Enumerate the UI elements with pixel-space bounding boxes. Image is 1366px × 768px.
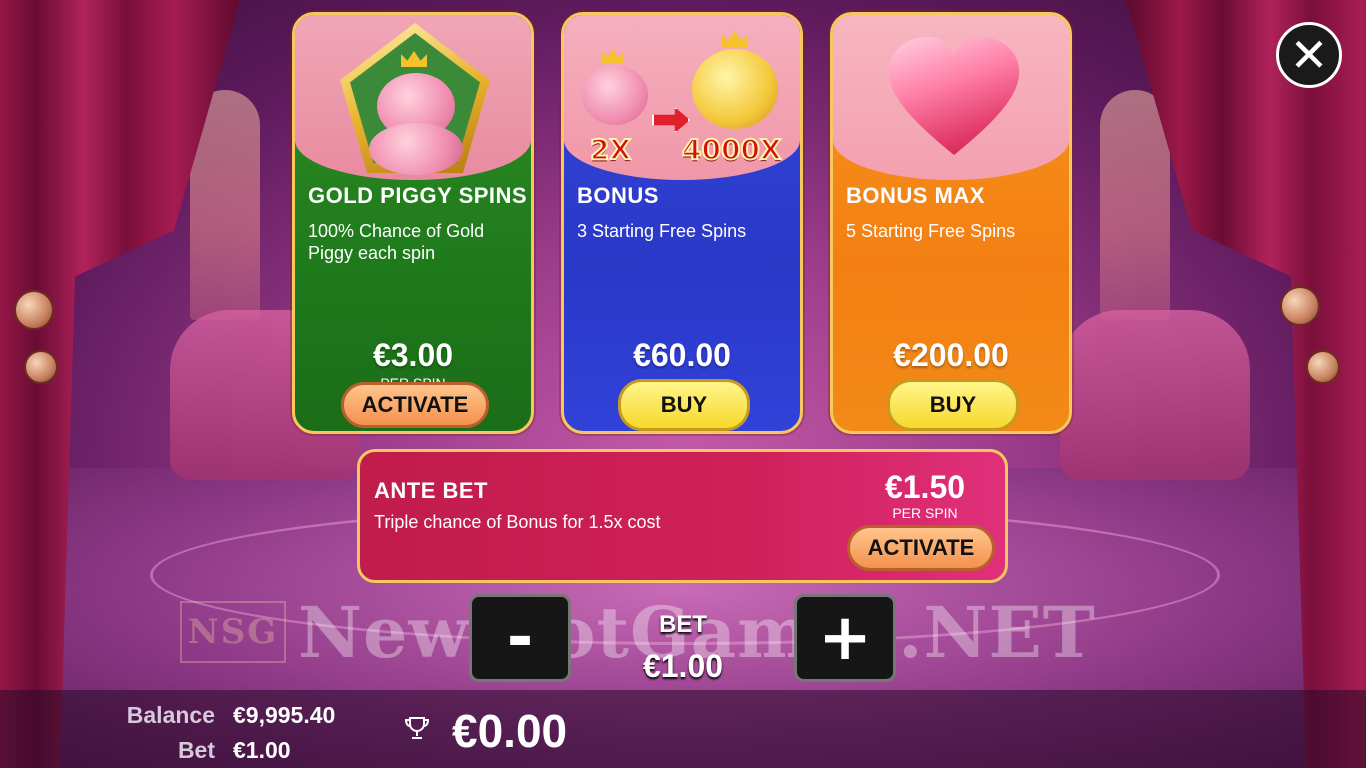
card-price: €200.00: [893, 337, 1009, 373]
ante-bet-title: ANTE BET: [374, 478, 488, 503]
background-window: [1100, 90, 1170, 320]
card-gold-piggy-spins: GOLD PIGGY SPINS 100% Chance of Gold Pig…: [292, 12, 534, 434]
bet-label: BET: [659, 611, 707, 638]
curtain-tassel: [24, 350, 58, 384]
curtain-tassel: [1280, 286, 1320, 326]
gold-pig-icon: [692, 49, 778, 129]
card-title: BONUS: [577, 183, 659, 208]
curtain-tassel: [14, 290, 54, 330]
card-description: 5 Starting Free Spins: [846, 221, 1016, 241]
ante-bet-description: Triple chance of Bonus for 1.5x cost: [374, 512, 661, 532]
bet-decrease-button[interactable]: -: [469, 594, 571, 682]
crown-icon: [602, 49, 624, 63]
card-title: BONUS MAX: [846, 183, 985, 208]
plus-icon: +: [818, 601, 872, 675]
card-title: GOLD PIGGY SPINS: [308, 183, 528, 208]
balance-value: €9,995.40: [233, 702, 336, 728]
arrow-right-icon: [652, 107, 690, 133]
gold-piggy-art: [295, 15, 531, 180]
card-price: €60.00: [633, 337, 731, 373]
bet-increase-button[interactable]: +: [794, 594, 896, 682]
per-spin-label: PER SPIN: [892, 505, 958, 521]
card-description: 100% Chance of Gold Piggy each spin: [308, 221, 485, 263]
win-amount: €0.00: [452, 705, 568, 757]
bet-status-label: Bet: [177, 737, 215, 763]
ante-bet-panel: ANTE BET Triple chance of Bonus for 1.5x…: [357, 449, 1008, 583]
card-bonus-max: BONUS MAX 5 Starting Free Spins €200.00 …: [830, 12, 1072, 434]
card-bonus: 2X 4000X BONUS 3 Starting Free Spins €60…: [561, 12, 803, 434]
activate-ante-bet-button[interactable]: ACTIVATE: [847, 525, 995, 571]
card-price: €3.00: [372, 337, 454, 373]
bonus-art: 2X 4000X: [564, 15, 800, 180]
buy-bonus-max-button[interactable]: BUY: [887, 379, 1019, 431]
buy-bonus-button[interactable]: BUY: [618, 379, 750, 431]
crown-icon: [722, 31, 748, 47]
close-icon: ✕: [1289, 28, 1329, 82]
pink-pig-icon: [582, 65, 648, 125]
minus-icon: -: [506, 601, 534, 675]
ante-bet-price: €1.50: [884, 469, 966, 505]
pink-pig-body: [369, 123, 463, 175]
close-button[interactable]: ✕: [1276, 22, 1342, 88]
background-sofa: [1060, 310, 1250, 480]
activate-gold-piggy-button[interactable]: ACTIVATE: [341, 382, 489, 428]
bonus-max-art: [833, 15, 1069, 180]
bet-status-value: €1.00: [233, 737, 291, 763]
card-description: 3 Starting Free Spins: [577, 221, 747, 241]
multiplier-to: 4000X: [681, 132, 783, 167]
watermark-logo: NSG: [180, 601, 286, 663]
heart-gem-icon: [887, 37, 1021, 157]
multiplier-from: 2X: [589, 132, 632, 167]
curtain-tassel: [1306, 350, 1340, 384]
balance-label: Balance: [126, 702, 215, 728]
bet-value: €1.00: [642, 648, 724, 684]
trophy-icon: [404, 717, 430, 739]
